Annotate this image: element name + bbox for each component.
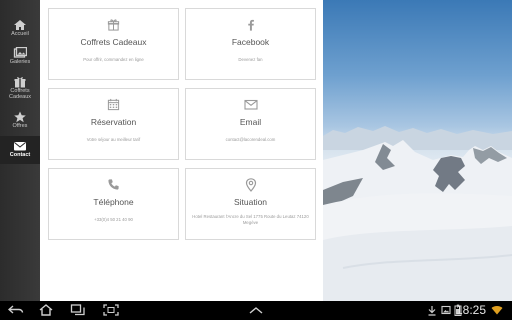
recent-apps-button[interactable] — [70, 304, 86, 316]
sidebar-item-contact[interactable]: Contact — [0, 136, 40, 164]
sidebar-item-gifts[interactable]: Coffrets Cadeaux — [0, 76, 40, 104]
download-notification[interactable] — [426, 304, 438, 316]
sidebar-item-label: Offres — [12, 123, 28, 129]
sidebar-item-offers[interactable]: Offres — [0, 111, 40, 133]
card-subtitle: Hotel Restaurant l'Ancre du Sel 1775 Rou… — [192, 214, 309, 225]
card-title: Email — [239, 117, 262, 127]
card-title: Réservation — [90, 117, 137, 127]
card-title: Facebook — [231, 37, 270, 47]
card-phone[interactable]: Téléphone +33(0)4 50 21 40 90 — [48, 168, 179, 240]
wifi-icon — [491, 305, 503, 315]
mountain-photo — [323, 0, 512, 301]
sidebar-item-label: Contact — [9, 152, 31, 158]
recent-apps-icon — [70, 304, 85, 316]
mail-icon — [14, 142, 26, 151]
gallery-icon — [13, 47, 27, 58]
card-gift-boxes[interactable]: Coffrets Cadeaux Pour offrir, commandez … — [48, 8, 179, 80]
gift-icon — [107, 19, 120, 31]
card-subtitle: +33(0)4 50 21 40 90 — [94, 217, 133, 222]
gift-icon — [14, 77, 26, 88]
chevron-up-icon — [249, 307, 263, 314]
card-title: Situation — [233, 197, 268, 207]
home-icon — [39, 304, 53, 316]
system-bar: 18:25 — [0, 301, 512, 320]
download-icon — [428, 305, 436, 316]
card-subtitle: Devenez fan — [238, 57, 263, 62]
map-pin-icon — [245, 178, 256, 192]
card-title: Téléphone — [93, 197, 134, 207]
status-clock: 18:25 — [455, 303, 486, 317]
home-icon — [14, 20, 26, 30]
sidebar-nav: Accueil Galeries Coffrets Cadeaux Offres… — [0, 0, 40, 301]
sidebar-item-label: Galeries — [9, 59, 31, 65]
card-facebook[interactable]: Facebook Devenez fan — [185, 8, 316, 80]
card-title: Coffrets Cadeaux — [80, 37, 147, 47]
sidebar-item-label: Accueil — [11, 31, 29, 37]
card-subtitle: Votre séjour au meilleur tarif — [86, 137, 141, 142]
sidebar-item-gallery[interactable]: Galeries — [0, 47, 40, 69]
card-subtitle: Pour offrir, commandez en ligne — [83, 57, 144, 62]
gallery-notification[interactable] — [440, 304, 452, 316]
screenshot-button[interactable] — [103, 304, 119, 316]
phone-icon — [108, 179, 119, 190]
card-subtitle: contact@lacorendeal.com — [225, 137, 276, 142]
sidebar-item-label: Coffrets Cadeaux — [8, 88, 32, 100]
calendar-icon — [107, 98, 120, 111]
image-icon — [441, 305, 451, 315]
star-icon — [14, 111, 26, 123]
back-icon — [8, 305, 24, 314]
card-email[interactable]: Email contact@lacorendeal.com — [185, 88, 316, 160]
card-location[interactable]: Situation Hotel Restaurant l'Ancre du Se… — [185, 168, 316, 240]
home-button[interactable] — [38, 304, 54, 316]
card-reservation[interactable]: Réservation Votre séjour au meilleur tar… — [48, 88, 179, 160]
envelope-icon — [243, 99, 258, 110]
contact-panel: Coffrets Cadeaux Pour offrir, commandez … — [40, 0, 323, 301]
screenshot-icon — [103, 304, 119, 316]
sidebar-item-home[interactable]: Accueil — [0, 19, 40, 41]
back-button[interactable] — [8, 304, 24, 316]
facebook-icon — [248, 19, 254, 31]
show-panel-button[interactable] — [248, 304, 264, 316]
wifi-status — [490, 304, 504, 316]
snow-landscape-image — [323, 126, 512, 301]
